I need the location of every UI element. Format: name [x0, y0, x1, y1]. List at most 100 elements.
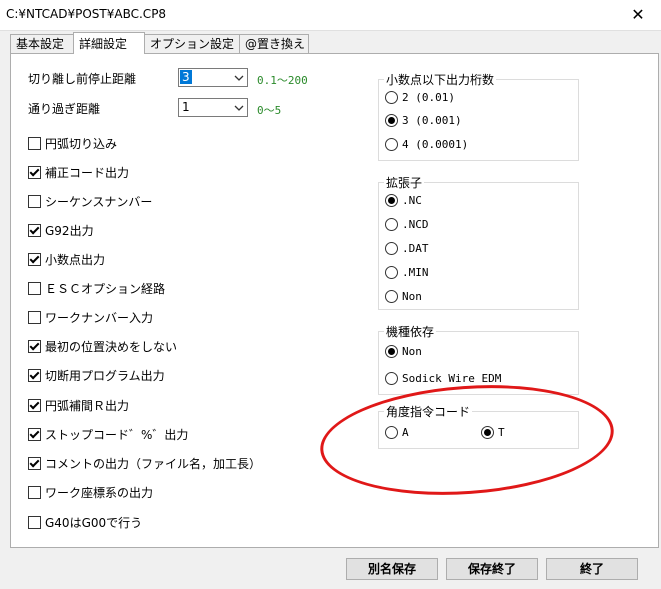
radio-label: .DAT: [402, 242, 429, 255]
radio-ext-non[interactable]: Non: [385, 290, 422, 303]
radio-label: Sodick Wire EDM: [402, 372, 502, 385]
radio-circle[interactable]: [385, 114, 398, 127]
checkbox-comp-code-output[interactable]: 補正コード出力: [28, 164, 129, 181]
checkbox-box[interactable]: [28, 311, 41, 324]
checkbox-sequence-number[interactable]: シーケンスナンバー: [28, 193, 152, 210]
radio-circle[interactable]: [385, 91, 398, 104]
checkbox-decimal-output[interactable]: 小数点出力: [28, 251, 105, 268]
title-bar: C:¥NTCAD¥POST¥ABC.CP8 ✕: [0, 0, 661, 31]
save-and-exit-button[interactable]: 保存終了: [446, 558, 538, 580]
checkbox-box[interactable]: [28, 428, 41, 441]
radio-decimal-4[interactable]: 4 (0.0001): [385, 138, 468, 151]
checkbox-label: G92出力: [45, 224, 94, 238]
group-title: 拡張子: [384, 174, 425, 191]
checkbox-label: ストップコード゛%゛出力: [45, 428, 189, 442]
radio-angle-a[interactable]: A: [385, 426, 409, 439]
checkbox-label: G40はG00で行う: [45, 516, 143, 530]
checkbox-work-coordinate-output[interactable]: ワーク座標系の出力: [28, 484, 153, 501]
checkbox-label: 小数点出力: [45, 253, 106, 267]
radio-ext-dat[interactable]: .DAT: [385, 242, 429, 255]
group-title: 機種依存: [384, 323, 437, 340]
tab-detail-settings[interactable]: 詳細設定: [73, 32, 145, 54]
exit-button[interactable]: 終了: [546, 558, 638, 580]
radio-label: 4 (0.0001): [402, 138, 469, 151]
radio-circle[interactable]: [385, 372, 398, 385]
overshoot-distance-combo[interactable]: 1: [178, 98, 248, 117]
checkbox-comment-output[interactable]: コメントの出力（ファイル名，加工長）: [28, 455, 261, 472]
cut-stop-distance-value: 3: [180, 70, 192, 84]
save-as-button[interactable]: 別名保存: [346, 558, 438, 580]
checkbox-box[interactable]: [28, 137, 41, 150]
radio-circle[interactable]: [385, 266, 398, 279]
checkbox-box[interactable]: [28, 516, 41, 529]
overshoot-distance-label: 通り過ぎ距離: [28, 102, 101, 116]
checkbox-label: 切断用プログラム出力: [45, 369, 165, 383]
radio-ext-min[interactable]: .MIN: [385, 266, 429, 279]
radio-circle[interactable]: [385, 290, 398, 303]
radio-label: Non: [402, 290, 422, 303]
checkbox-g40-by-g00[interactable]: G40はG00で行う: [28, 514, 142, 531]
radio-circle[interactable]: [481, 426, 494, 439]
radio-label: .NCD: [402, 218, 429, 231]
tab-option-settings[interactable]: オプション設定: [144, 34, 240, 53]
radio-circle[interactable]: [385, 242, 398, 255]
checkbox-box[interactable]: [28, 369, 41, 382]
chevron-down-icon: [234, 75, 244, 81]
radio-label: .NC: [402, 194, 422, 207]
tab-basic-settings[interactable]: 基本設定: [10, 34, 74, 53]
checkbox-label: 円弧切り込み: [45, 137, 118, 151]
radio-circle[interactable]: [385, 218, 398, 231]
radio-circle[interactable]: [385, 345, 398, 358]
radio-decimal-2[interactable]: 2 (0.01): [385, 91, 455, 104]
radio-ext-nc[interactable]: .NC: [385, 194, 422, 207]
machine-dependent-group: 機種依存: [378, 323, 579, 395]
checkbox-label: ＥＳＣオプション経路: [45, 282, 166, 296]
checkbox-box[interactable]: [28, 195, 41, 208]
radio-machine-sodick[interactable]: Sodick Wire EDM: [385, 372, 501, 385]
checkbox-work-number-input[interactable]: ワークナンバー入力: [28, 309, 153, 326]
checkbox-skip-first-positioning[interactable]: 最初の位置決めをしない: [28, 338, 177, 355]
radio-label: T: [498, 426, 505, 439]
checkbox-box[interactable]: [28, 486, 41, 499]
checkbox-box[interactable]: [28, 340, 41, 353]
chevron-down-icon: [234, 105, 244, 111]
checkbox-label: 補正コード出力: [45, 166, 130, 180]
group-title: 角度指令コード: [384, 403, 473, 420]
checkbox-box[interactable]: [28, 457, 41, 470]
window-title: C:¥NTCAD¥POST¥ABC.CP8: [6, 7, 167, 21]
cut-stop-distance-range: 0.1～200: [257, 74, 308, 87]
radio-angle-t[interactable]: T: [481, 426, 505, 439]
radio-ext-ncd[interactable]: .NCD: [385, 218, 429, 231]
checkbox-box[interactable]: [28, 399, 41, 412]
overshoot-distance-range: 0～5: [257, 104, 282, 117]
checkbox-stop-code-output[interactable]: ストップコード゛%゛出力: [28, 426, 188, 443]
cut-stop-distance-combo[interactable]: 3: [178, 68, 248, 87]
radio-label: A: [402, 426, 409, 439]
radio-circle[interactable]: [385, 426, 398, 439]
radio-label: Non: [402, 345, 422, 358]
checkbox-box[interactable]: [28, 253, 41, 266]
checkbox-label: ワーク座標系の出力: [45, 486, 154, 500]
radio-circle[interactable]: [385, 138, 398, 151]
checkbox-arc-interp-r-output[interactable]: 円弧補間Ｒ出力: [28, 397, 129, 414]
checkbox-label: ワークナンバー入力: [45, 311, 154, 325]
checkbox-box[interactable]: [28, 224, 41, 237]
checkbox-label: 円弧補間Ｒ出力: [45, 399, 130, 413]
radio-machine-non[interactable]: Non: [385, 345, 422, 358]
checkbox-g92-output[interactable]: G92出力: [28, 222, 94, 239]
checkbox-cutting-program-output[interactable]: 切断用プログラム出力: [28, 367, 165, 384]
radio-circle[interactable]: [385, 194, 398, 207]
checkbox-box[interactable]: [28, 166, 41, 179]
checkbox-arc-cut-in[interactable]: 円弧切り込み: [28, 135, 117, 152]
checkbox-label: コメントの出力（ファイル名，加工長）: [45, 457, 262, 471]
radio-decimal-3[interactable]: 3 (0.001): [385, 114, 462, 127]
checkbox-label: 最初の位置決めをしない: [45, 340, 178, 354]
checkbox-esc-option-path[interactable]: ＥＳＣオプション経路: [28, 280, 165, 297]
radio-label: .MIN: [402, 266, 429, 279]
close-icon[interactable]: ✕: [615, 0, 661, 30]
radio-label: 2 (0.01): [402, 91, 455, 104]
radio-label: 3 (0.001): [402, 114, 462, 127]
tab-replace[interactable]: @置き換え: [239, 34, 309, 53]
checkbox-box[interactable]: [28, 282, 41, 295]
cut-stop-distance-label: 切り離し前停止距離: [28, 72, 137, 86]
